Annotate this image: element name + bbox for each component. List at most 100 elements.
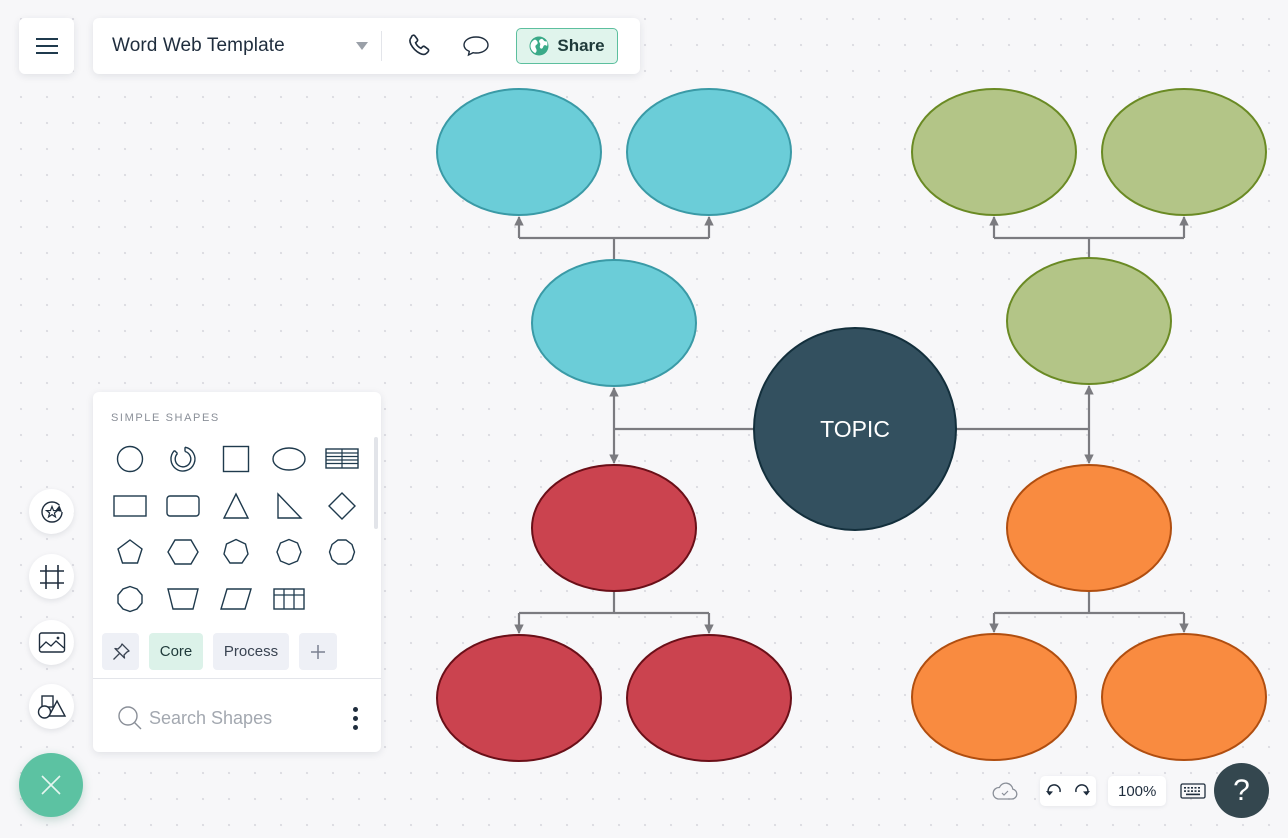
add-library-button[interactable] <box>299 633 337 670</box>
shape-rectangle[interactable] <box>103 483 156 530</box>
search-icon <box>118 706 142 730</box>
detail-node-top-right-1[interactable] <box>911 88 1077 216</box>
shape-hexagon[interactable] <box>156 529 209 576</box>
phone-icon <box>409 34 430 56</box>
arc-shape-icon <box>169 446 196 472</box>
shape-decagon[interactable] <box>103 576 156 623</box>
shape-heptagon[interactable] <box>209 529 262 576</box>
parallelogram-shape-icon <box>219 588 252 610</box>
plus-icon <box>311 644 325 659</box>
shape-trapezoid[interactable] <box>156 576 209 623</box>
detail-node-top-left-2[interactable] <box>626 88 792 216</box>
shape-pentagon[interactable] <box>103 529 156 576</box>
detail-node-bottom-right-2[interactable] <box>1101 633 1267 761</box>
frame-tool-button[interactable] <box>29 554 74 599</box>
detail-node-bottom-left-2[interactable] <box>626 634 792 762</box>
pin-icon <box>112 642 130 660</box>
shapes-tool-button[interactable] <box>29 684 74 729</box>
detail-node-bottom-left-1[interactable] <box>436 634 602 762</box>
shape-square[interactable] <box>209 436 262 483</box>
speech-bubble-icon <box>463 36 489 57</box>
pentagon-shape-icon <box>116 539 143 564</box>
detail-node-bottom-right-1[interactable] <box>911 633 1077 761</box>
shape-triangle[interactable] <box>209 483 262 530</box>
ellipse-shape-icon <box>271 447 306 471</box>
keyboard-shortcuts-button[interactable] <box>1178 776 1208 806</box>
shape-table-striped[interactable] <box>315 436 368 483</box>
kebab-menu-icon[interactable] <box>349 706 361 730</box>
center-topic-node[interactable]: TOPIC <box>753 327 957 531</box>
save-status[interactable] <box>990 776 1020 806</box>
keyboard-icon <box>1180 783 1207 799</box>
nonagon-shape-icon <box>328 539 355 565</box>
subtopic-node-bottom-right[interactable] <box>1006 464 1172 592</box>
shape-octagon[interactable] <box>262 529 315 576</box>
shape-right-triangle[interactable] <box>262 483 315 530</box>
library-tabs: Core Process <box>102 633 337 670</box>
shapes-icon <box>37 694 66 719</box>
tab-core[interactable]: Core <box>149 633 203 670</box>
shape-nonagon[interactable] <box>315 529 368 576</box>
close-icon <box>41 775 61 795</box>
caret-down-icon[interactable] <box>356 42 368 50</box>
panel-heading: SIMPLE SHAPES <box>111 412 220 424</box>
shape-circle[interactable] <box>103 436 156 483</box>
document-title[interactable]: Word Web Template <box>112 35 342 57</box>
search-shapes-input[interactable] <box>149 707 339 729</box>
star-sticker-icon <box>40 500 63 523</box>
tab-pinned[interactable] <box>102 633 139 670</box>
subtopic-node-top-right[interactable] <box>1006 257 1172 385</box>
grid-table-shape-icon <box>272 588 305 610</box>
call-button[interactable] <box>400 26 440 66</box>
toolbar-divider <box>381 31 382 61</box>
detail-node-top-left-1[interactable] <box>436 88 602 216</box>
document-toolbar: Word Web Template Share <box>93 18 640 74</box>
zoom-control[interactable]: 100% <box>1108 776 1167 806</box>
image-icon <box>38 631 65 653</box>
shape-library-panel: SIMPLE SHAPES Core Process <box>93 392 381 752</box>
history-controls <box>1040 776 1096 806</box>
octagon-shape-icon <box>275 538 302 566</box>
share-button[interactable]: Share <box>516 28 618 64</box>
panel-scrollbar[interactable] <box>374 437 378 529</box>
shape-rounded-rectangle[interactable] <box>156 483 209 530</box>
shape-ellipse[interactable] <box>262 436 315 483</box>
hamburger-menu-icon <box>35 38 58 54</box>
panel-divider <box>93 678 381 679</box>
shape-search <box>117 700 361 736</box>
triangle-shape-icon <box>222 492 249 519</box>
rectangle-shape-icon <box>112 495 147 517</box>
shape-diamond[interactable] <box>315 483 368 530</box>
help-button[interactable]: ? <box>1214 763 1269 818</box>
main-menu-button[interactable] <box>19 18 74 74</box>
zoom-level: 100% <box>1118 782 1157 800</box>
share-label: Share <box>557 36 605 55</box>
image-tool-button[interactable] <box>29 620 74 665</box>
hexagon-shape-icon <box>166 539 199 565</box>
shape-table-grid[interactable] <box>262 576 315 623</box>
sticker-tool-button[interactable] <box>29 489 74 534</box>
diamond-shape-icon <box>327 491 356 520</box>
close-toolbar-button[interactable] <box>19 753 83 817</box>
shape-parallelogram[interactable] <box>209 576 262 623</box>
detail-node-top-right-2[interactable] <box>1101 88 1267 216</box>
frame-grid-icon <box>39 564 64 589</box>
striped-table-shape-icon <box>324 448 359 469</box>
trapezoid-shape-icon <box>166 588 199 610</box>
globe-icon <box>529 36 549 56</box>
undo-icon[interactable] <box>1045 783 1063 799</box>
heptagon-shape-icon <box>222 538 249 564</box>
subtopic-node-top-left[interactable] <box>531 259 697 387</box>
right-triangle-shape-icon <box>276 492 303 519</box>
shape-arc[interactable] <box>156 436 209 483</box>
bottom-toolbar: 100% <box>990 775 1208 807</box>
square-shape-icon <box>222 446 249 473</box>
subtopic-node-bottom-left[interactable] <box>531 464 697 592</box>
redo-icon[interactable] <box>1073 783 1091 799</box>
decagon-shape-icon <box>116 585 143 612</box>
cloud-check-icon <box>992 782 1018 800</box>
circle-shape-icon <box>116 446 143 473</box>
comments-button[interactable] <box>456 26 496 66</box>
tab-process[interactable]: Process <box>213 633 289 670</box>
shape-grid <box>103 436 368 622</box>
